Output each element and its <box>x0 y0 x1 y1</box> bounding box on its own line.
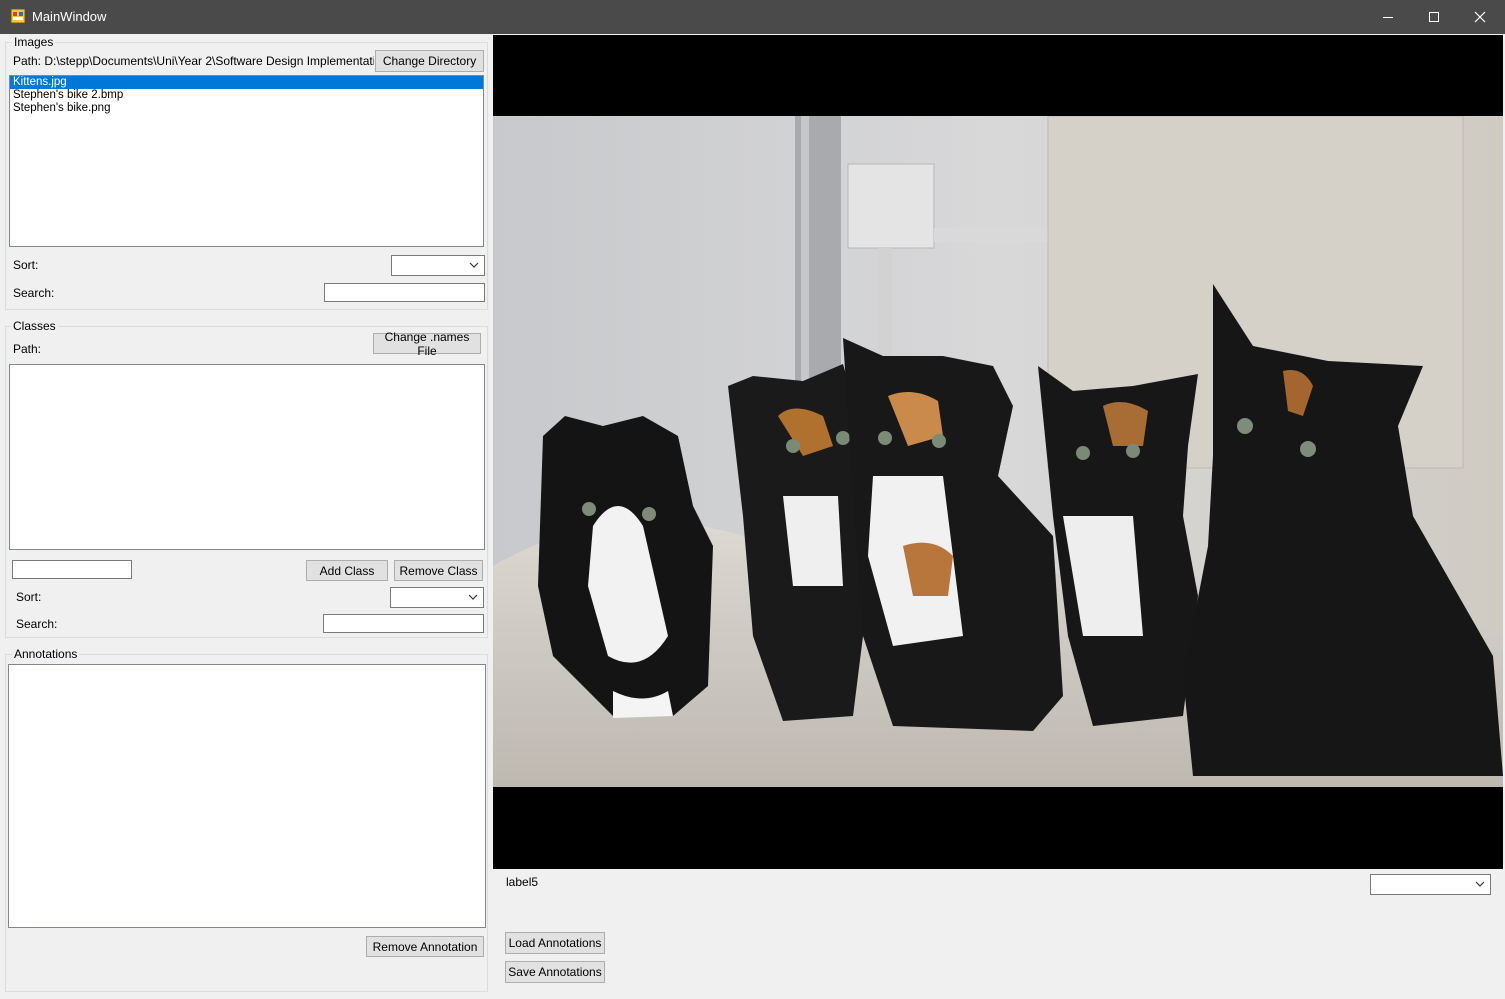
images-path-label: Path: D:\stepp\Documents\Uni\Year 2\Soft… <box>13 54 374 68</box>
kittens-image <box>493 116 1503 787</box>
change-directory-button[interactable]: Change Directory <box>375 50 484 72</box>
remove-class-button[interactable]: Remove Class <box>394 560 483 581</box>
remove-annotation-button[interactable]: Remove Annotation <box>366 936 484 957</box>
minimize-icon <box>1383 17 1393 18</box>
classes-sort-dropdown[interactable] <box>390 587 484 608</box>
images-group-label: Images <box>12 35 56 49</box>
add-class-button[interactable]: Add Class <box>306 560 388 581</box>
class-list[interactable] <box>9 364 485 550</box>
classes-group-label: Classes <box>11 319 58 333</box>
chevron-down-icon <box>1475 881 1485 887</box>
classes-sort-label: Sort: <box>16 590 42 604</box>
title-bar[interactable]: MainWindow <box>0 0 1505 34</box>
images-search-label: Search: <box>13 286 55 300</box>
list-item[interactable]: Kittens.jpg <box>10 76 483 89</box>
window-title: MainWindow <box>32 9 107 24</box>
image-file-list[interactable]: Kittens.jpg Stephen's bike 2.bmp Stephen's… <box>9 75 484 247</box>
load-annotations-button[interactable]: Load Annotations <box>505 932 605 954</box>
list-item[interactable]: Stephen's bike.png <box>10 102 483 115</box>
status-label: label5 <box>506 875 539 889</box>
list-item[interactable]: Stephen's bike 2.bmp <box>10 89 483 102</box>
images-sort-label: Sort: <box>13 258 39 272</box>
classes-path-label: Path: <box>13 342 42 356</box>
annotation-list[interactable] <box>8 664 486 928</box>
classes-search-input[interactable] <box>323 614 484 633</box>
image-viewer[interactable] <box>493 35 1503 869</box>
annotations-group-label: Annotations <box>12 647 80 661</box>
viewer-dropdown[interactable] <box>1370 874 1491 895</box>
minimize-button[interactable] <box>1365 0 1411 34</box>
maximize-icon <box>1429 12 1439 22</box>
chevron-down-icon <box>469 262 479 268</box>
new-class-input[interactable] <box>12 560 132 579</box>
close-icon <box>1474 11 1486 23</box>
classes-search-label: Search: <box>16 617 58 631</box>
save-annotations-button[interactable]: Save Annotations <box>505 961 605 983</box>
maximize-button[interactable] <box>1411 0 1457 34</box>
app-icon <box>11 9 25 23</box>
close-button[interactable] <box>1457 0 1503 34</box>
chevron-down-icon <box>468 594 478 600</box>
change-names-file-button[interactable]: Change .names File <box>373 330 481 358</box>
images-search-input[interactable] <box>324 283 485 302</box>
images-sort-dropdown[interactable] <box>391 255 485 276</box>
